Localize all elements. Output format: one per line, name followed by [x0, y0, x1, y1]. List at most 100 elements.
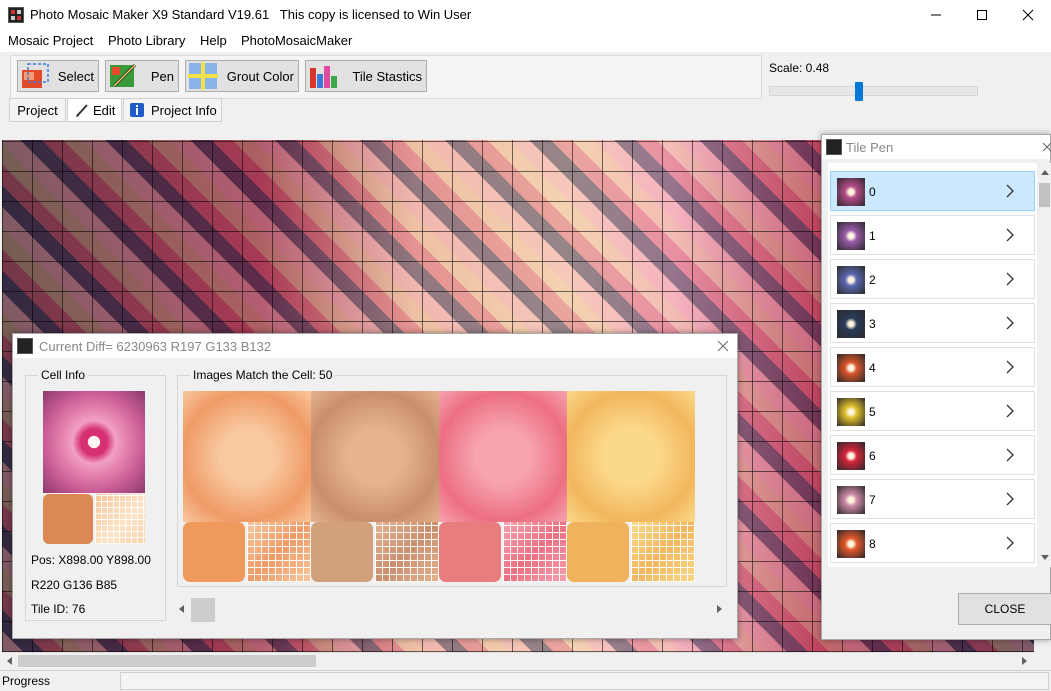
tile-number: 4: [869, 361, 876, 375]
tile-number: 8: [869, 537, 876, 551]
scale-slider-thumb[interactable]: [855, 82, 864, 101]
tile-thumbnail: [837, 354, 865, 382]
match-color-swatch: [567, 522, 629, 582]
cell-info-group: Cell Info Pos: X898.00 Y898.00 R220 G136…: [25, 368, 166, 621]
scroll-right-icon[interactable]: [1019, 656, 1029, 666]
grout-color-icon: [188, 62, 218, 90]
menu-mosaic-project[interactable]: Mosaic Project: [8, 33, 93, 48]
match-image[interactable]: [567, 391, 695, 522]
match-image[interactable]: [311, 391, 439, 522]
tile-thumbnail: [837, 266, 865, 294]
match-color-swatch: [311, 522, 373, 582]
match-image[interactable]: [439, 391, 567, 522]
tile-number: 1: [869, 229, 876, 243]
tile-pen-item[interactable]: 3: [830, 303, 1035, 343]
chevron-right-icon: [1006, 404, 1014, 418]
close-icon[interactable]: [1042, 142, 1051, 152]
chevron-right-icon: [1006, 492, 1014, 506]
tile-pen-item[interactable]: 1: [830, 215, 1035, 255]
bar-chart-icon: [310, 66, 337, 88]
tile-pen-item[interactable]: 6: [830, 435, 1035, 475]
tab-project[interactable]: Project: [9, 98, 66, 122]
tile-pen-item[interactable]: 0: [830, 171, 1035, 211]
app-icon: [17, 338, 33, 354]
progress-bar: [120, 672, 1049, 690]
match-strip: [183, 391, 695, 583]
window-title: Photo Mosaic Maker X9 Standard V19.61 Th…: [30, 7, 472, 22]
app-icon: [826, 139, 842, 155]
select-icon: [22, 63, 49, 88]
current-diff-dialog: Current Diff= 6230963 R197 G133 B132 Cel…: [12, 333, 738, 639]
pen-icon: [110, 63, 137, 88]
maximize-button[interactable]: [959, 0, 1005, 30]
canvas-scrollbar-thumb[interactable]: [18, 655, 316, 667]
match-color-grid: [247, 522, 311, 582]
match-color-swatch: [183, 522, 245, 582]
match-image[interactable]: [183, 391, 311, 522]
match-color-grid: [375, 522, 439, 582]
scroll-left-icon[interactable]: [5, 656, 15, 666]
tile-pen-item[interactable]: 4: [830, 347, 1035, 387]
tile-pen-dialog: Tile Pen 0 1 2 3 4 5 6 7 8 CLOSE: [821, 134, 1051, 640]
scroll-up-icon[interactable]: [1040, 168, 1050, 176]
close-window-button[interactable]: [1005, 0, 1051, 30]
tool-button-group: Select Pen Grout Color Tile Stastics: [10, 55, 762, 99]
menu-photomosaicmaker[interactable]: PhotoMosaicMaker: [241, 33, 352, 48]
grout-color-button[interactable]: Grout Color: [185, 60, 299, 92]
cell-rgb: R220 G136 B85: [31, 578, 118, 592]
title-bar: Photo Mosaic Maker X9 Standard V19.61 Th…: [0, 0, 1051, 30]
close-icon[interactable]: [717, 340, 729, 352]
tile-thumbnail: [837, 222, 865, 250]
tile-number: 6: [869, 449, 876, 463]
tile-thumbnail: [837, 178, 865, 206]
chevron-right-icon: [1006, 228, 1014, 242]
chevron-right-icon: [1006, 360, 1014, 374]
tab-project-info[interactable]: Project Info: [123, 98, 222, 122]
scale-label: Scale: 0.48: [769, 61, 830, 75]
menu-help[interactable]: Help: [200, 33, 227, 48]
tile-pen-scrollbar[interactable]: [1037, 163, 1051, 567]
scroll-left-icon[interactable]: [177, 604, 187, 614]
chevron-right-icon: [1006, 184, 1014, 198]
canvas-horizontal-scrollbar[interactable]: [2, 652, 1034, 669]
tile-pen-item[interactable]: 5: [830, 391, 1035, 431]
chevron-right-icon: [1006, 272, 1014, 286]
status-bar: Progress: [0, 670, 1051, 691]
tile-thumbnail: [837, 442, 865, 470]
tile-thumbnail: [837, 530, 865, 558]
cell-color-grid: [95, 494, 145, 544]
close-tile-pen-button[interactable]: CLOSE: [958, 593, 1051, 625]
minimize-icon: [931, 14, 941, 16]
menu-bar: Mosaic Project Photo Library Help PhotoM…: [0, 30, 1051, 52]
pen-button[interactable]: Pen: [105, 60, 179, 92]
matches-group: Images Match the Cell: 50: [177, 368, 727, 587]
scroll-right-icon[interactable]: [714, 604, 724, 614]
tile-thumbnail: [837, 310, 865, 338]
tile-number: 7: [869, 493, 876, 507]
matches-scrollbar[interactable]: [177, 596, 727, 622]
minimize-button[interactable]: [913, 0, 959, 30]
pencil-icon: [76, 104, 88, 117]
close-icon: [1022, 9, 1034, 21]
app-icon: [8, 7, 24, 23]
tile-pen-item[interactable]: 7: [830, 479, 1035, 519]
toolbar: Select Pen Grout Color Tile Stastics Pro…: [0, 52, 1051, 140]
chevron-right-icon: [1006, 536, 1014, 550]
chevron-right-icon: [1006, 448, 1014, 462]
tile-statistics-button[interactable]: Tile Stastics: [305, 60, 427, 92]
tile-pen-scrollbar-thumb[interactable]: [1039, 183, 1050, 207]
matches-scrollbar-thumb[interactable]: [191, 598, 215, 622]
tab-edit[interactable]: Edit: [67, 98, 122, 122]
scroll-down-icon[interactable]: [1040, 554, 1050, 562]
maximize-icon: [977, 10, 987, 20]
select-button[interactable]: Select: [17, 60, 99, 92]
tile-pen-item[interactable]: 8: [830, 523, 1035, 563]
match-color-grid: [503, 522, 567, 582]
scale-slider[interactable]: [769, 86, 978, 96]
progress-label: Progress: [2, 674, 51, 688]
tile-pen-list: 0 1 2 3 4 5 6 7 8: [828, 163, 1051, 567]
tile-pen-item[interactable]: 2: [830, 259, 1035, 299]
tile-number: 5: [869, 405, 876, 419]
menu-photo-library[interactable]: Photo Library: [108, 33, 185, 48]
tile-thumbnail: [837, 398, 865, 426]
